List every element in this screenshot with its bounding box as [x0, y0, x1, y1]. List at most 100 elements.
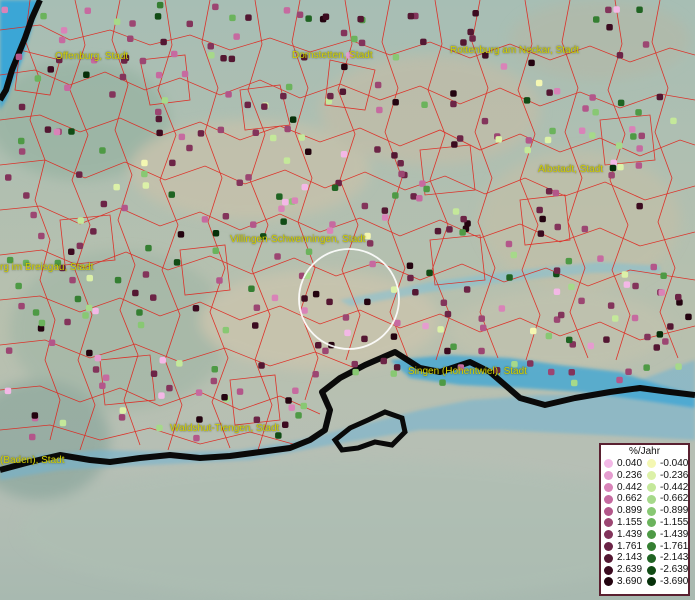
legend-entry: -0.442	[644, 482, 688, 494]
data-point	[366, 240, 374, 247]
data-point	[444, 347, 451, 355]
data-point	[201, 216, 209, 223]
data-point	[392, 54, 400, 61]
data-point	[248, 285, 255, 292]
data-point	[391, 152, 398, 159]
legend-swatch	[647, 471, 656, 481]
data-point	[446, 226, 453, 233]
data-point	[186, 144, 193, 152]
data-point	[463, 286, 471, 293]
data-point	[102, 374, 110, 381]
legend-swatch	[647, 494, 656, 504]
data-point	[617, 163, 624, 171]
data-point	[351, 360, 358, 368]
data-point	[412, 289, 419, 296]
data-point	[625, 368, 632, 375]
data-point	[460, 215, 467, 223]
data-point	[177, 231, 185, 238]
data-point	[374, 146, 381, 153]
data-point	[469, 35, 476, 42]
data-point	[613, 6, 620, 13]
legend-entry: -0.040	[644, 458, 688, 470]
legend-entry: 0.899	[601, 505, 644, 517]
data-point	[197, 130, 205, 137]
legend-row: 3.690 -3.690	[601, 576, 688, 588]
legend-value: -0.662	[660, 493, 689, 505]
data-point	[361, 335, 368, 343]
data-point	[53, 128, 61, 136]
data-point	[390, 370, 397, 377]
legend-row: 0.040 -0.040	[601, 458, 688, 470]
city-label-villingen-schwenningen: Villingen-Schwenningen, Stadt	[230, 234, 366, 245]
legend-row: 0.442 -0.442	[601, 482, 688, 494]
data-point	[301, 307, 308, 314]
legend-row: 0.899 -0.899	[601, 505, 688, 517]
city-label-albstadt: Albstadt, Stadt	[538, 164, 604, 175]
data-point	[48, 339, 56, 346]
legend-value: -1.155	[660, 516, 689, 528]
data-point	[656, 331, 664, 338]
data-point	[252, 322, 259, 329]
legend-entry: 0.040	[601, 458, 644, 470]
data-point	[86, 274, 93, 282]
data-point	[582, 105, 589, 112]
data-point	[270, 134, 277, 142]
data-point	[236, 179, 243, 186]
data-point	[612, 315, 619, 322]
data-point	[92, 307, 99, 315]
data-point	[524, 146, 531, 154]
legend-entry: -2.143	[644, 552, 688, 564]
data-point	[581, 225, 589, 233]
data-point	[29, 433, 36, 441]
data-point	[69, 276, 76, 284]
data-point	[326, 227, 334, 234]
map-canvas[interactable]	[0, 0, 695, 600]
data-point	[250, 221, 257, 228]
data-point	[181, 70, 189, 78]
legend-entry: -1.761	[644, 541, 688, 553]
data-point	[341, 63, 348, 71]
data-point	[74, 295, 82, 303]
legend-value: 1.439	[617, 528, 643, 540]
data-point	[289, 116, 297, 123]
data-point	[18, 302, 25, 310]
data-point	[276, 193, 283, 200]
data-point	[285, 83, 293, 91]
data-point	[420, 38, 427, 46]
city-label-singen: Singen (Hohentwiel), Stadt	[408, 366, 527, 377]
data-point	[186, 20, 193, 28]
data-point	[30, 211, 37, 219]
data-point	[220, 55, 227, 62]
data-point	[675, 293, 682, 301]
data-point	[132, 289, 139, 297]
data-point	[212, 3, 219, 11]
data-point	[616, 142, 623, 149]
data-point	[658, 289, 665, 296]
data-point	[145, 244, 152, 252]
data-point	[510, 251, 517, 259]
data-point	[638, 132, 645, 140]
data-point	[84, 7, 91, 14]
data-point	[472, 10, 479, 17]
data-point	[18, 137, 25, 145]
data-point	[426, 269, 433, 277]
data-point	[361, 202, 369, 210]
data-point	[280, 92, 287, 100]
data-point	[597, 255, 604, 262]
data-point	[357, 15, 364, 23]
data-point	[207, 43, 214, 50]
data-point	[141, 159, 148, 167]
data-point	[609, 164, 617, 172]
data-point	[340, 29, 348, 37]
legend-entry: 2.143	[601, 552, 644, 564]
data-point	[632, 282, 639, 290]
data-point	[166, 384, 173, 392]
city-label-dornstetten: Dornstetten, Stadt	[292, 50, 373, 61]
data-point	[176, 360, 183, 367]
data-point	[605, 6, 612, 14]
data-point	[554, 223, 561, 231]
data-point	[450, 90, 457, 97]
data-point	[631, 314, 639, 322]
data-point	[258, 362, 265, 369]
data-point	[217, 126, 225, 134]
